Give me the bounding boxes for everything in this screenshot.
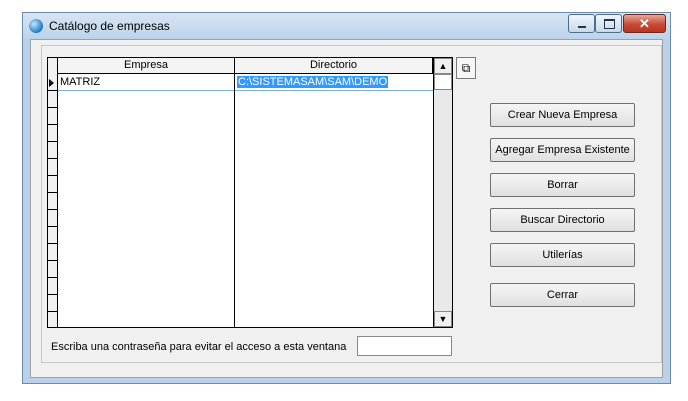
cerrar-button[interactable]: Cerrar	[490, 283, 635, 307]
title-bar[interactable]: Catálogo de empresas ✕	[23, 13, 670, 39]
column-header-empresa[interactable]: Empresa	[58, 58, 235, 74]
window: Catálogo de empresas ✕ Empresa Directori…	[22, 12, 671, 384]
row-selector-column	[48, 58, 58, 327]
companies-grid[interactable]: Empresa Directorio MATRIZ C:\SISTEMASAM\…	[47, 57, 453, 328]
cell-empresa[interactable]: MATRIZ	[58, 74, 234, 91]
close-icon: ✕	[639, 16, 650, 31]
maximize-icon	[596, 15, 621, 32]
crear-nueva-empresa-button[interactable]: Crear Nueva Empresa	[490, 103, 635, 127]
buscar-directorio-button[interactable]: Buscar Directorio	[490, 208, 635, 232]
borrar-button[interactable]: Borrar	[490, 173, 635, 197]
cell-directorio[interactable]: C:\SISTEMASAM\SAM\DEMO	[235, 74, 433, 91]
app-icon	[29, 19, 43, 33]
minimize-button[interactable]	[568, 14, 595, 33]
maximize-button[interactable]	[595, 14, 622, 33]
utilerias-button[interactable]: Utilerías	[490, 243, 635, 267]
scroll-down-button[interactable]: ▼	[434, 311, 452, 327]
copy-button[interactable]: ⧉	[456, 57, 476, 79]
window-title: Catálogo de empresas	[49, 19, 170, 33]
current-row-arrow-icon	[49, 79, 54, 87]
scroll-up-button[interactable]: ▲	[434, 58, 452, 74]
minimize-icon	[569, 15, 594, 32]
copy-icon: ⧉	[461, 61, 471, 75]
grid-scrollbar[interactable]: ▲ ▼	[433, 58, 452, 327]
client-area: Empresa Directorio MATRIZ C:\SISTEMASAM\…	[30, 39, 663, 378]
password-input[interactable]	[357, 336, 452, 356]
agregar-empresa-existente-button[interactable]: Agregar Empresa Existente	[490, 138, 635, 162]
column-header-directorio[interactable]: Directorio	[235, 58, 433, 74]
close-button[interactable]: ✕	[623, 14, 666, 33]
password-prompt: Escriba una contraseña para evitar el ac…	[51, 341, 347, 353]
scroll-thumb[interactable]	[434, 74, 452, 90]
